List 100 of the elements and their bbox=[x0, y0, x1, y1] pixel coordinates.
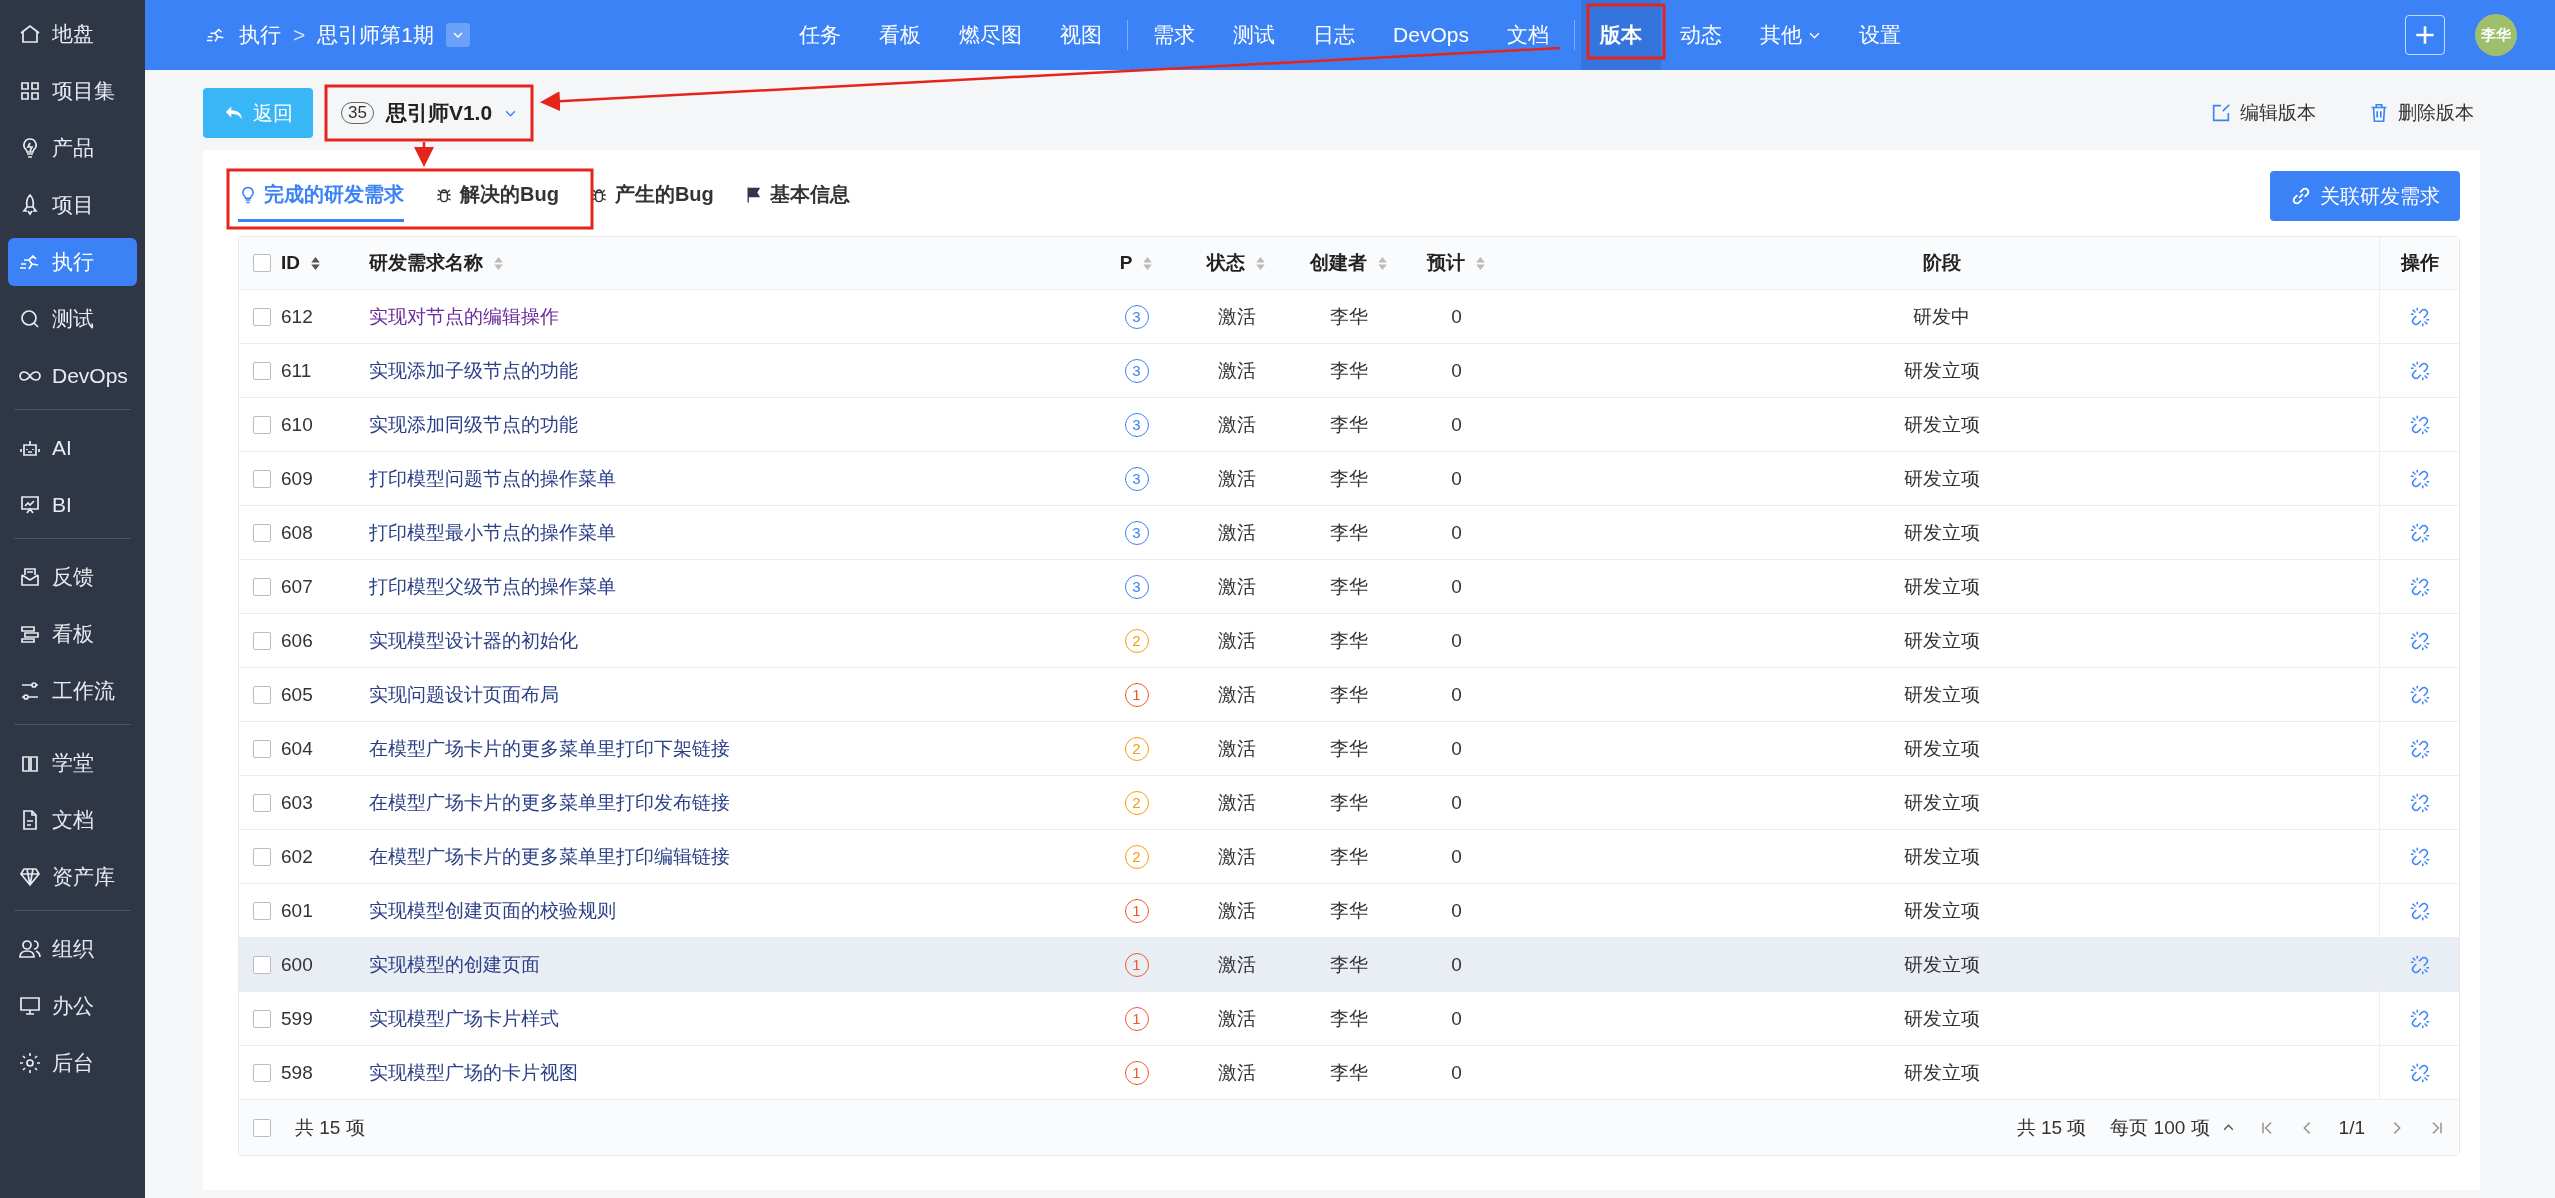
sidebar-item[interactable]: 项目集 bbox=[8, 67, 137, 115]
checkbox[interactable] bbox=[253, 901, 271, 920]
checkbox[interactable] bbox=[253, 254, 271, 272]
table-row[interactable]: 603 在模型广场卡片的更多菜单里打印发布链接 2 激活 李华 0 研发立项 bbox=[239, 776, 2459, 830]
checkbox[interactable] bbox=[253, 847, 271, 866]
table-row[interactable]: 607 打印模型父级节点的操作菜单 3 激活 李华 0 研发立项 bbox=[239, 560, 2459, 614]
column-header[interactable]: 研发需求名称 bbox=[369, 250, 483, 276]
table-row[interactable]: 604 在模型广场卡片的更多菜单里打印下架链接 2 激活 李华 0 研发立项 bbox=[239, 722, 2459, 776]
sidebar-item[interactable]: 资产库 bbox=[8, 853, 137, 901]
nav-tab[interactable]: 版本 bbox=[1580, 0, 1661, 70]
unlink-icon[interactable] bbox=[2408, 683, 2431, 706]
column-header[interactable]: 状态 bbox=[1207, 250, 1245, 276]
unlink-icon[interactable] bbox=[2408, 791, 2431, 814]
story-link[interactable]: 实现模型广场的卡片视图 bbox=[369, 1059, 578, 1086]
nav-tab[interactable]: 其他 bbox=[1740, 0, 1840, 70]
sidebar-item[interactable]: DevOps bbox=[8, 352, 137, 400]
checkbox[interactable] bbox=[253, 361, 271, 380]
checkbox[interactable] bbox=[253, 307, 271, 326]
unlink-icon[interactable] bbox=[2408, 845, 2431, 868]
story-link[interactable]: 在模型广场卡片的更多菜单里打印发布链接 bbox=[369, 789, 730, 816]
checkbox[interactable] bbox=[253, 523, 271, 542]
unlink-icon[interactable] bbox=[2408, 521, 2431, 544]
story-link[interactable]: 打印模型最小节点的操作菜单 bbox=[369, 519, 616, 546]
table-row[interactable]: 610 实现添加同级节点的功能 3 激活 李华 0 研发立项 bbox=[239, 398, 2459, 452]
story-link[interactable]: 打印模型父级节点的操作菜单 bbox=[369, 573, 616, 600]
checkbox[interactable] bbox=[253, 739, 271, 758]
delete-version-button[interactable]: 删除版本 bbox=[2362, 99, 2480, 127]
unlink-icon[interactable] bbox=[2408, 305, 2431, 328]
unlink-icon[interactable] bbox=[2408, 629, 2431, 652]
story-link[interactable]: 在模型广场卡片的更多菜单里打印编辑链接 bbox=[369, 843, 730, 870]
nav-tab[interactable]: 看板 bbox=[860, 0, 941, 70]
page-size-selector[interactable]: 每页 100 项 bbox=[2110, 1114, 2235, 1141]
nav-tab[interactable]: 设置 bbox=[1839, 0, 1920, 70]
sidebar-item[interactable]: 项目 bbox=[8, 181, 137, 229]
unlink-icon[interactable] bbox=[2408, 953, 2431, 976]
nav-tab[interactable]: DevOps bbox=[1374, 0, 1488, 70]
sidebar-item[interactable]: 组织 bbox=[8, 925, 137, 973]
unlink-icon[interactable] bbox=[2408, 359, 2431, 382]
table-row[interactable]: 612 实现对节点的编辑操作 3 激活 李华 0 研发中 bbox=[239, 290, 2459, 344]
column-header[interactable]: P bbox=[1119, 252, 1133, 274]
nav-tab[interactable]: 任务 bbox=[780, 0, 861, 70]
sidebar-item[interactable]: AI bbox=[8, 424, 137, 472]
sidebar-item[interactable]: 测试 bbox=[8, 295, 137, 343]
unlink-icon[interactable] bbox=[2408, 575, 2431, 598]
story-link[interactable]: 在模型广场卡片的更多菜单里打印下架链接 bbox=[369, 735, 730, 762]
table-row[interactable]: 606 实现模型设计器的初始化 2 激活 李华 0 研发立项 bbox=[239, 614, 2459, 668]
nav-tab[interactable]: 燃尽图 bbox=[940, 0, 1042, 70]
nav-tab[interactable]: 文档 bbox=[1487, 0, 1568, 70]
column-header[interactable]: 预计 bbox=[1427, 250, 1465, 276]
nav-tab[interactable]: 需求 bbox=[1134, 0, 1215, 70]
tab[interactable]: 解决的Bug bbox=[434, 170, 559, 222]
table-row[interactable]: 605 实现问题设计页面布局 1 激活 李华 0 研发立项 bbox=[239, 668, 2459, 722]
sidebar-item[interactable]: 学堂 bbox=[8, 739, 137, 787]
link-stories-button[interactable]: 关联研发需求 bbox=[2270, 171, 2460, 221]
sidebar-item[interactable]: 看板 bbox=[8, 610, 137, 658]
checkbox[interactable] bbox=[253, 955, 271, 974]
nav-tab[interactable]: 视图 bbox=[1041, 0, 1122, 70]
story-link[interactable]: 实现添加子级节点的功能 bbox=[369, 357, 578, 384]
edit-version-button[interactable]: 编辑版本 bbox=[2204, 99, 2322, 127]
tab[interactable]: 产生的Bug bbox=[588, 170, 714, 222]
breadcrumb-link[interactable]: 执行 bbox=[239, 21, 281, 49]
story-link[interactable]: 打印模型问题节点的操作菜单 bbox=[369, 465, 616, 492]
sidebar-item[interactable]: 反馈 bbox=[8, 553, 137, 601]
dropdown-button[interactable] bbox=[445, 23, 470, 47]
unlink-icon[interactable] bbox=[2408, 899, 2431, 922]
table-row[interactable]: 600 实现模型的创建页面 1 激活 李华 0 研发立项 bbox=[239, 938, 2459, 992]
table-row[interactable]: 609 打印模型问题节点的操作菜单 3 激活 李华 0 研发立项 bbox=[239, 452, 2459, 506]
sidebar-item[interactable]: 工作流 bbox=[8, 667, 137, 715]
checkbox[interactable] bbox=[253, 1009, 271, 1028]
unlink-icon[interactable] bbox=[2408, 737, 2431, 760]
checkbox[interactable] bbox=[253, 577, 271, 596]
story-link[interactable]: 实现模型的创建页面 bbox=[369, 951, 540, 978]
nav-tab[interactable]: 测试 bbox=[1214, 0, 1295, 70]
table-row[interactable]: 599 实现模型广场卡片样式 1 激活 李华 0 研发立项 bbox=[239, 992, 2459, 1046]
nav-tab[interactable]: 日志 bbox=[1294, 0, 1375, 70]
column-header[interactable]: 创建者 bbox=[1310, 250, 1367, 276]
story-link[interactable]: 实现模型创建页面的校验规则 bbox=[369, 897, 616, 924]
sort-icon[interactable] bbox=[310, 255, 321, 271]
sidebar-item[interactable]: 文档 bbox=[8, 796, 137, 844]
nav-tab[interactable]: 动态 bbox=[1660, 0, 1741, 70]
checkbox[interactable] bbox=[253, 1063, 271, 1082]
checkbox[interactable] bbox=[253, 415, 271, 434]
story-link[interactable]: 实现对节点的编辑操作 bbox=[369, 303, 559, 330]
add-button[interactable] bbox=[2405, 15, 2445, 55]
unlink-icon[interactable] bbox=[2408, 413, 2431, 436]
checkbox[interactable] bbox=[253, 1118, 271, 1137]
sidebar-item[interactable]: 产品 bbox=[8, 124, 137, 172]
column-header[interactable]: ID bbox=[281, 252, 300, 274]
table-row[interactable]: 608 打印模型最小节点的操作菜单 3 激活 李华 0 研发立项 bbox=[239, 506, 2459, 560]
story-link[interactable]: 实现添加同级节点的功能 bbox=[369, 411, 578, 438]
checkbox[interactable] bbox=[253, 469, 271, 488]
sidebar-item[interactable]: 后台 bbox=[8, 1039, 137, 1087]
sidebar-item[interactable]: 执行 bbox=[8, 238, 137, 286]
sidebar-item[interactable]: 地盘 bbox=[8, 10, 137, 58]
unlink-icon[interactable] bbox=[2408, 1007, 2431, 1030]
sidebar-item[interactable]: BI bbox=[8, 481, 137, 529]
table-row[interactable]: 611 实现添加子级节点的功能 3 激活 李华 0 研发立项 bbox=[239, 344, 2459, 398]
breadcrumb-link[interactable]: 思引师第1期 bbox=[317, 21, 434, 49]
tab[interactable]: 基本信息 bbox=[743, 170, 850, 222]
checkbox[interactable] bbox=[253, 631, 271, 650]
